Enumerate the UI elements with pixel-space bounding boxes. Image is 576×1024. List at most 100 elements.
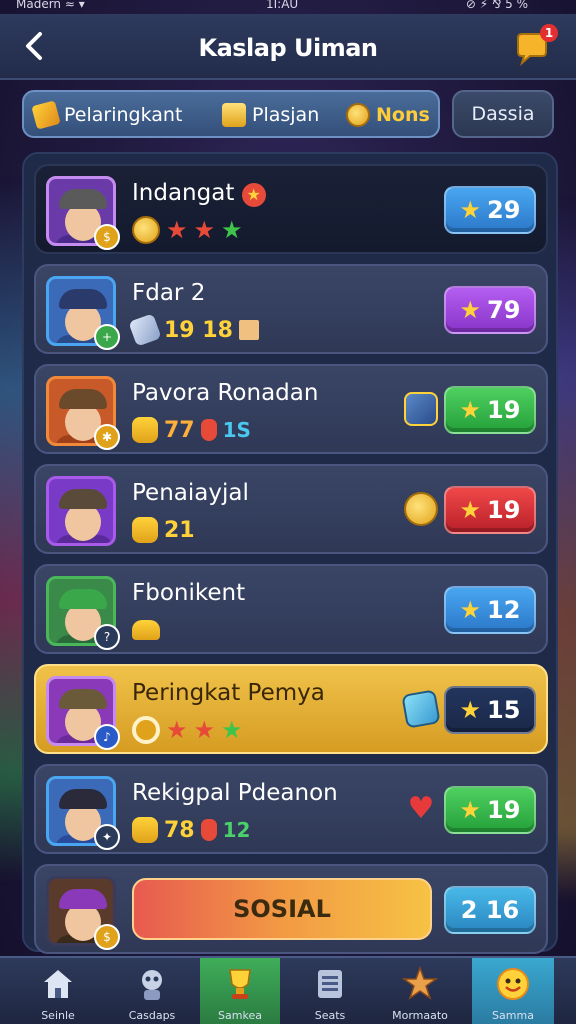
notification-button[interactable]: 1 (514, 24, 558, 68)
nav-label: Mormaato (392, 1009, 448, 1022)
tab-nons[interactable]: Nons (346, 100, 430, 130)
status-bar-indicators: ⊘ ⚡ ⅋ 5 % (465, 0, 528, 11)
stat-value: 78 (164, 817, 195, 843)
player-stats: 78 12 (132, 816, 250, 844)
bottom-navigation: Seinle Casdaps Samkea Seats Mormaato Sam… (0, 956, 576, 1024)
star-badge-icon (402, 966, 438, 1000)
heart-icon: ♥ (407, 791, 435, 826)
castle-icon (238, 320, 259, 340)
star-icon: ★ (221, 216, 243, 244)
player-stats: ★ ★ ★ (132, 216, 243, 244)
nav-item-mormaato[interactable]: Mormaato (382, 958, 458, 1024)
leaderboard-row[interactable]: $ SOSIAL 2 16 (34, 864, 548, 954)
star-icon: ★ (459, 196, 482, 224)
status-bar-time: 1I:AU (266, 0, 299, 11)
stat-value: 19 18 (164, 317, 233, 343)
fist-icon (132, 417, 158, 443)
stat-value: 21 (164, 517, 195, 543)
rank-badge: ? (94, 624, 120, 650)
rank-badge: ♪ (94, 724, 120, 750)
fist-icon (132, 517, 158, 543)
score-badge: ★ 19 (444, 386, 536, 434)
status-bar-carrier: Madern ≈ ▾ (16, 0, 85, 11)
rank-coin-badge: $ (94, 924, 120, 950)
rank-badge: ✦ (94, 824, 120, 850)
score-badge: ★ 19 (444, 786, 536, 834)
social-button[interactable]: SOSIAL (132, 878, 432, 940)
score-badge: ★ 19 (444, 486, 536, 534)
tab-label: Nons (376, 104, 430, 126)
nav-label: Seats (314, 1009, 346, 1022)
nav-item-samkea[interactable]: Samkea (200, 958, 280, 1024)
star-icon: ★ (221, 716, 243, 744)
nav-label: Samkea (218, 1009, 262, 1022)
nav-item-casdaps[interactable]: Casdaps (114, 958, 190, 1024)
trophy-icon (31, 100, 61, 130)
player-stats: 77 1S (132, 416, 251, 444)
avatar (46, 476, 116, 546)
player-name: Peringkat Pemya (132, 680, 325, 706)
wings-icon (132, 620, 160, 640)
list-icon (318, 970, 342, 998)
star-icon: ★ (166, 216, 188, 244)
leaderboard-row[interactable]: Penaiayjal 21 ★ 19 (34, 464, 548, 554)
nav-item-home[interactable]: Seinle (20, 958, 96, 1024)
shield-sword-icon (404, 392, 438, 426)
trophy-icon (229, 969, 251, 999)
leaderboard-row[interactable]: + Fdar 2 19 18 ★ 79 (34, 264, 548, 354)
page-title: Kaslap Uiman (198, 34, 378, 62)
fist-icon (132, 817, 158, 843)
star-icon: ★ (193, 716, 216, 744)
flame-icon (200, 419, 217, 441)
stat-value: 77 (164, 417, 195, 443)
nav-label: Casdaps (128, 1009, 176, 1022)
badge-icon (222, 103, 246, 127)
leaderboard-row[interactable]: $ Indangat ★ ★ ★ ★ ★ 29 (34, 164, 548, 254)
player-name: Penaiayjal (132, 480, 249, 506)
player-stats: 21 (132, 516, 195, 544)
player-name: Indangat ★ (132, 180, 266, 207)
leaderboard-row[interactable]: ✦ Rekigpal Pdeanon 78 12 ♥ ★ 19 (34, 764, 548, 854)
rank-coin-badge: $ (94, 224, 120, 250)
leaderboard-panel: $ Indangat ★ ★ ★ ★ ★ 29 + Fdar 2 19 18 ★ (22, 152, 558, 954)
diamond-icon (401, 689, 441, 729)
stat-value: 1S (222, 418, 251, 442)
nav-label: Samma (492, 1009, 534, 1022)
leaderboard-row[interactable]: ✱ Pavora Ronadan 77 1S ★ 19 (34, 364, 548, 454)
star-badge-icon: ★ (241, 183, 266, 207)
app-header: Kaslap Uiman 1 (0, 14, 576, 80)
score-badge: 2 16 (444, 886, 536, 934)
status-bar: Madern ≈ ▾ 1I:AU ⊘ ⚡ ⅋ 5 % (0, 0, 576, 14)
star-icon: ★ (459, 596, 482, 624)
nav-item-samma[interactable]: Samma (472, 958, 554, 1024)
star-icon: ★ (459, 496, 482, 524)
leaderboard-row[interactable]: ? Fbonikent ★ 12 (34, 564, 548, 654)
tab-plasjan[interactable]: Plasjan (222, 100, 319, 130)
star-icon: ★ (459, 296, 482, 324)
nav-item-seats[interactable]: Seats (292, 958, 368, 1024)
leaderboard-row-current-player[interactable]: ♪ Peringkat Pemya ★ ★ ★ ★ 15 (34, 664, 548, 754)
ring-icon (132, 716, 160, 744)
star-icon: ★ (459, 796, 482, 824)
tab-label: Pelaringkant (64, 104, 183, 126)
score-badge: ★ 79 (444, 286, 536, 334)
score-badge: ★ 29 (444, 186, 536, 234)
player-stats: ★ ★ ★ (132, 716, 243, 744)
tab-dassia[interactable]: Dassia (452, 90, 554, 138)
coin-icon (346, 103, 370, 127)
score-badge: ★ 12 (444, 586, 536, 634)
smiley-face-icon (497, 968, 529, 1000)
ranking-tabs: Pelaringkant Plasjan Nons (22, 90, 440, 138)
rank-badge: + (94, 324, 120, 350)
player-name: Pavora Ronadan (132, 380, 319, 406)
coin-icon (132, 216, 160, 244)
tab-pelaringkant[interactable]: Pelaringkant (31, 100, 183, 130)
sword-icon (128, 313, 162, 347)
tab-label: Plasjan (252, 104, 320, 126)
player-stats: 19 18 (128, 313, 259, 347)
player-name: Fbonikent (132, 580, 246, 606)
player-stats (132, 616, 160, 644)
star-icon: ★ (459, 696, 482, 724)
star-icon: ★ (193, 216, 216, 244)
player-name: Rekigpal Pdeanon (132, 780, 338, 806)
